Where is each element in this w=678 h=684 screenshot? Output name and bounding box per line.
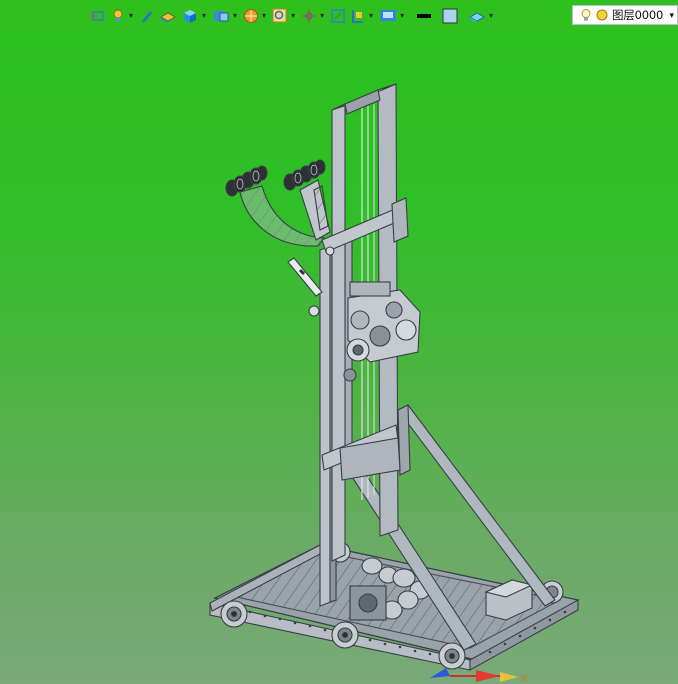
lift-mast-left: [331, 103, 346, 562]
fit-view-button[interactable]: [328, 5, 348, 27]
material-button[interactable]: [466, 5, 488, 27]
claw-arm: [239, 179, 331, 247]
light-button[interactable]: [108, 5, 128, 27]
render-button[interactable]: [241, 5, 261, 27]
render-dropdown-icon[interactable]: ▾: [262, 12, 266, 20]
view-3d-dropdown-icon[interactable]: ▾: [233, 12, 237, 20]
section-button[interactable]: [348, 5, 368, 27]
wheel-front-center: [331, 621, 359, 649]
material-dropdown-icon[interactable]: ▾: [489, 12, 493, 20]
line-thickness-button[interactable]: [414, 5, 434, 27]
axis-dropdown-icon[interactable]: ▾: [320, 12, 324, 20]
layer-dropdown-icon[interactable]: ▾: [669, 10, 674, 21]
zoom-dropdown-icon[interactable]: ▾: [291, 12, 295, 20]
robot-model: [209, 83, 580, 671]
display-mode-button[interactable]: [377, 5, 399, 27]
layer-visibility-icon[interactable]: [579, 8, 593, 22]
wheel-front-right: [438, 642, 466, 670]
layer-selector[interactable]: 图层0000 ▾: [572, 5, 678, 25]
display-mode-dropdown-icon[interactable]: ▾: [400, 12, 404, 20]
fill-color-icon: [442, 8, 458, 24]
axis-triad: X: [430, 668, 528, 684]
snap-button[interactable]: [88, 5, 108, 27]
snap-icon: [91, 11, 104, 21]
line-thickness-icon: [417, 14, 432, 18]
pencil-icon: [142, 11, 153, 23]
surface-button[interactable]: [157, 5, 179, 27]
display-mode-icon: [380, 10, 397, 21]
view-3d-button[interactable]: [210, 5, 232, 27]
zoom-icon: [272, 8, 287, 23]
box-icon: [184, 10, 197, 23]
model-viewport[interactable]: X: [0, 0, 678, 684]
sketch-button[interactable]: [137, 5, 157, 27]
lightbulb-icon: [113, 9, 123, 22]
section-dropdown-icon[interactable]: ▾: [369, 12, 373, 20]
material-icon: [469, 12, 486, 23]
surface-icon: [160, 12, 177, 23]
solid-button[interactable]: [179, 5, 201, 27]
solid-dropdown-icon[interactable]: ▾: [202, 12, 206, 20]
fit-view-icon: [331, 9, 345, 23]
pneumatic-piston: [287, 257, 323, 317]
zoom-button[interactable]: [270, 5, 290, 27]
fill-color-button[interactable]: [440, 5, 460, 27]
3d-view-icon: [214, 11, 229, 22]
sphere-icon: [244, 9, 259, 23]
light-dropdown-icon[interactable]: ▾: [129, 12, 133, 20]
axis-icon: [302, 9, 317, 23]
axis-button[interactable]: [299, 5, 319, 27]
layer-name: 图层0000: [612, 8, 664, 22]
x-axis-label: X: [520, 672, 528, 684]
wheel-front-left: [220, 600, 248, 628]
section-icon: [352, 10, 364, 23]
layer-freeze-icon[interactable]: [595, 8, 609, 22]
